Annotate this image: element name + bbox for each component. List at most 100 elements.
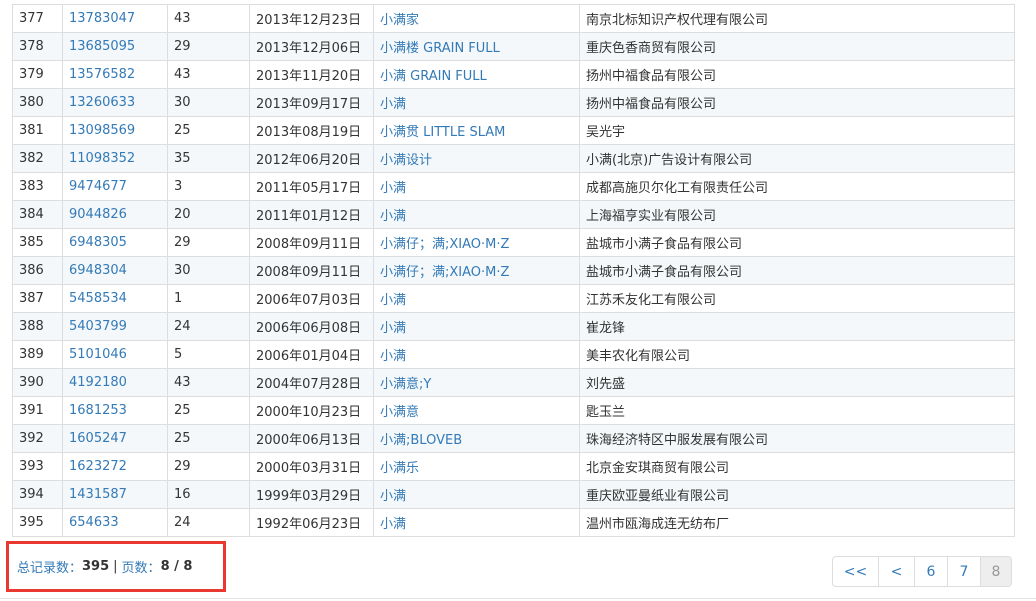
cell-cls: 29 bbox=[167, 452, 250, 481]
application-date: 2006年01月04日 bbox=[256, 349, 362, 364]
trademark-name-link[interactable]: 小满意 bbox=[380, 405, 419, 420]
cell-name: 小满家 bbox=[373, 4, 580, 33]
trademark-name-link[interactable]: 小满贯 LITTLE SLAM bbox=[380, 125, 505, 140]
cell-date: 1999年03月29日 bbox=[249, 480, 374, 509]
applicant-name: 成都高施贝尔化工有限责任公司 bbox=[586, 181, 769, 196]
row-number: 386 bbox=[19, 263, 44, 278]
class-number: 16 bbox=[174, 487, 191, 502]
cell-name: 小满意;Y bbox=[373, 368, 580, 397]
trademark-name-link[interactable]: 小满 bbox=[380, 489, 406, 504]
cell-owner: 温州市瓯海成连无纺布厂 bbox=[579, 508, 1015, 537]
applicant-name: 北京金安琪商贸有限公司 bbox=[586, 461, 730, 476]
registration-number-link[interactable]: 1605247 bbox=[69, 431, 127, 446]
cell-date: 2000年10月23日 bbox=[249, 396, 374, 425]
cell-reg: 9044826 bbox=[62, 200, 168, 229]
cell-date: 2006年06月08日 bbox=[249, 312, 374, 341]
cell-date: 2000年06月13日 bbox=[249, 424, 374, 453]
cell-name: 小满 bbox=[373, 88, 580, 117]
trademark-name-link[interactable]: 小满 bbox=[380, 517, 406, 532]
trademark-name-link[interactable]: 小满 bbox=[380, 349, 406, 364]
application-date: 2008年09月11日 bbox=[256, 265, 362, 280]
registration-number-link[interactable]: 11098352 bbox=[69, 151, 135, 166]
applicant-name: 小满(北京)广告设计有限公司 bbox=[586, 153, 753, 168]
trademark-name-link[interactable]: 小满设计 bbox=[380, 153, 432, 168]
class-number: 29 bbox=[174, 235, 191, 250]
trademark-name-link[interactable]: 小满 bbox=[380, 97, 406, 112]
cell-no: 382 bbox=[12, 144, 63, 173]
cell-date: 2008年09月11日 bbox=[249, 256, 374, 285]
cell-owner: 上海福亨实业有限公司 bbox=[579, 200, 1015, 229]
registration-number-link[interactable]: 5458534 bbox=[69, 291, 127, 306]
trademark-name-link[interactable]: 小满 bbox=[380, 321, 406, 336]
table-row: 392 1605247 25 2000年06月13日 小满;BLOVEB 珠海经济特区中服… bbox=[12, 424, 1015, 453]
registration-number-link[interactable]: 13260633 bbox=[69, 95, 135, 110]
row-number: 388 bbox=[19, 319, 44, 334]
cell-cls: 20 bbox=[167, 200, 250, 229]
registration-number-link[interactable]: 1623272 bbox=[69, 459, 127, 474]
registration-number-link[interactable]: 4192180 bbox=[69, 375, 127, 390]
registration-number-link[interactable]: 13783047 bbox=[69, 11, 135, 26]
applicant-name: 吴光宇 bbox=[586, 125, 626, 140]
cell-no: 383 bbox=[12, 172, 63, 201]
application-date: 2011年01月12日 bbox=[256, 209, 362, 224]
page-button-6[interactable]: 6 bbox=[914, 556, 948, 587]
registration-number-link[interactable]: 9474677 bbox=[69, 179, 127, 194]
table-row: 394 1431587 16 1999年03月29日 小满 重庆欧亚曼纸业有限公司 bbox=[12, 480, 1015, 509]
row-number: 378 bbox=[19, 39, 44, 54]
registration-number-link[interactable]: 13576582 bbox=[69, 67, 135, 82]
registration-number-link[interactable]: 5403799 bbox=[69, 319, 127, 334]
registration-number-link[interactable]: 13098569 bbox=[69, 123, 135, 138]
registration-number-link[interactable]: 13685095 bbox=[69, 39, 135, 54]
registration-number-link[interactable]: 1431587 bbox=[69, 487, 127, 502]
cell-date: 2008年09月11日 bbox=[249, 228, 374, 257]
trademark-name-link[interactable]: 小满家 bbox=[380, 13, 419, 28]
registration-number-link[interactable]: 9044826 bbox=[69, 207, 127, 222]
trademark-table-container: 377 13783047 43 2013年12月23日 小满家 南京北标知识产权代理有限公… bbox=[12, 4, 1015, 537]
trademark-name-link[interactable]: 小满仔；满;XIAO·M·Z bbox=[380, 265, 509, 280]
cell-date: 2013年09月17日 bbox=[249, 88, 374, 117]
cell-cls: 35 bbox=[167, 144, 250, 173]
trademark-name-link[interactable]: 小满仔；满;XIAO·M·Z bbox=[380, 237, 509, 252]
cell-owner: 北京金安琪商贸有限公司 bbox=[579, 452, 1015, 481]
first-page-button[interactable]: << bbox=[832, 556, 879, 587]
trademark-name-link[interactable]: 小满 GRAIN FULL bbox=[380, 69, 487, 84]
cell-date: 2012年06月20日 bbox=[249, 144, 374, 173]
registration-number-link[interactable]: 654633 bbox=[69, 515, 119, 530]
registration-number-link[interactable]: 1681253 bbox=[69, 403, 127, 418]
cell-no: 387 bbox=[12, 284, 63, 313]
cell-name: 小满仔；满;XIAO·M·Z bbox=[373, 256, 580, 285]
class-number: 24 bbox=[174, 319, 191, 334]
application-date: 2011年05月17日 bbox=[256, 181, 362, 196]
prev-page-button[interactable]: < bbox=[878, 556, 915, 587]
applicant-name: 温州市瓯海成连无纺布厂 bbox=[586, 517, 730, 532]
cell-no: 389 bbox=[12, 340, 63, 369]
application-date: 2004年07月28日 bbox=[256, 377, 362, 392]
class-number: 43 bbox=[174, 67, 191, 82]
registration-number-link[interactable]: 6948304 bbox=[69, 263, 127, 278]
cell-reg: 13098569 bbox=[62, 116, 168, 145]
trademark-name-link[interactable]: 小满乐 bbox=[380, 461, 419, 476]
cell-owner: 匙玉兰 bbox=[579, 396, 1015, 425]
cell-name: 小满楼 GRAIN FULL bbox=[373, 32, 580, 61]
registration-number-link[interactable]: 6948305 bbox=[69, 235, 127, 250]
trademark-name-link[interactable]: 小满;BLOVEB bbox=[380, 433, 462, 448]
trademark-name-link[interactable]: 小满意;Y bbox=[380, 377, 431, 392]
cell-reg: 1605247 bbox=[62, 424, 168, 453]
cell-reg: 13576582 bbox=[62, 60, 168, 89]
cell-cls: 3 bbox=[167, 172, 250, 201]
row-number: 379 bbox=[19, 67, 44, 82]
cell-no: 379 bbox=[12, 60, 63, 89]
page-button-7[interactable]: 7 bbox=[947, 556, 981, 587]
cell-reg: 654633 bbox=[62, 508, 168, 537]
trademark-name-link[interactable]: 小满楼 GRAIN FULL bbox=[380, 41, 500, 56]
class-number: 30 bbox=[174, 95, 191, 110]
trademark-name-link[interactable]: 小满 bbox=[380, 209, 406, 224]
trademark-name-link[interactable]: 小满 bbox=[380, 181, 406, 196]
class-number: 43 bbox=[174, 11, 191, 26]
page-count-label: 页数： bbox=[121, 561, 161, 576]
trademark-name-link[interactable]: 小满 bbox=[380, 293, 406, 308]
registration-number-link[interactable]: 5101046 bbox=[69, 347, 127, 362]
cell-cls: 43 bbox=[167, 60, 250, 89]
table-row: 391 1681253 25 2000年10月23日 小满意 匙玉兰 bbox=[12, 396, 1015, 425]
cell-cls: 5 bbox=[167, 340, 250, 369]
